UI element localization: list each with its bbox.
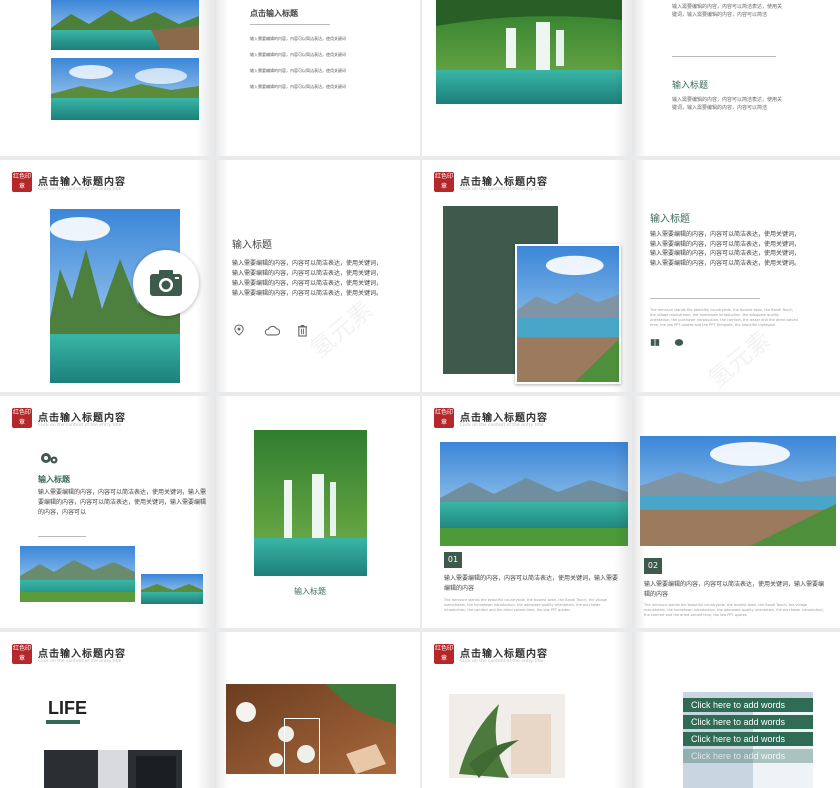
slide-subtitle: Click on the content of the entry title <box>38 659 122 664</box>
lake-mountain-photo <box>440 442 628 546</box>
section-body: 输入需要编辑的内容，内容可以简洁表达，使用关键词，输入需要编辑的内容，内容可以简… <box>232 260 383 297</box>
plant-photo <box>449 694 565 778</box>
life-underline <box>46 720 80 724</box>
section-body: 输入需要编辑的内容，内容可以简洁表达，使用关键词，输入需要编辑的内容，内容可以简… <box>672 97 783 111</box>
chat-icon[interactable] <box>674 338 684 347</box>
river-valley-photo <box>20 546 135 602</box>
slide-subtitle: Click on the content of the entry title <box>460 423 544 428</box>
section-heading: 输入标题 <box>38 475 70 484</box>
slide-r2-d[interactable]: 输入标题 输入需要编辑的内容，内容可以简洁表达，使用关键词，输入需要编辑的内容，… <box>632 160 840 392</box>
slide-subtitle: Click on the content of the entry title <box>460 187 544 192</box>
slide-r3-d[interactable]: 02 输入需要编辑的内容，内容可以简洁表达，使用关键词，输入需要编辑的内容 Th… <box>632 396 840 628</box>
top-text: 输入需要编辑的内容，内容可以简洁表达，使用关键词，输入需要编辑的内容，内容可以简… <box>672 4 783 18</box>
english-note: The romance stands the beautiful country… <box>644 603 824 617</box>
line-2: 输入需要编辑的内容，内容可以简洁表达，使用关键词 <box>250 52 346 57</box>
slide-title: 点击输入标题内容 <box>38 177 126 188</box>
add-words-button-4[interactable]: Click here to add words <box>683 749 813 763</box>
slide-title: 点击输入标题 <box>250 9 298 18</box>
logo-seal: 红色印章 <box>434 172 454 192</box>
river-town-photo <box>51 0 199 50</box>
slide-r1-a[interactable] <box>0 0 210 156</box>
logo-seal: 红色印章 <box>434 644 454 664</box>
slide-subtitle: Click on the content of the entry title <box>460 659 544 664</box>
gear-icon <box>41 453 58 464</box>
slide-title: 点击输入标题内容 <box>460 649 548 660</box>
slide-title: 点击输入标题内容 <box>460 413 548 424</box>
photo-caption: 输入标题 <box>294 587 326 596</box>
cloud-icon[interactable] <box>264 325 280 336</box>
book-icon[interactable] <box>650 338 660 347</box>
line-4: 输入需要编辑的内容，内容可以简洁表达，使用关键词 <box>250 84 346 89</box>
add-words-button-2[interactable]: Click here to add words <box>683 715 813 729</box>
slide-r3-b[interactable]: 输入标题 <box>214 396 420 628</box>
section-heading: 输入标题 <box>232 240 272 251</box>
logo-seal: 红色印章 <box>12 644 32 664</box>
river-small-photo <box>141 574 203 604</box>
logo-seal: 红色印章 <box>434 408 454 428</box>
logo-seal: 红色印章 <box>12 172 32 192</box>
slide-r2-a[interactable]: 红色印章 点击输入标题内容 Click on the content of th… <box>0 160 210 392</box>
interior-photo <box>44 750 182 788</box>
slide-r4-b[interactable] <box>214 632 420 788</box>
add-words-button-1[interactable]: Click here to add words <box>683 698 813 712</box>
slide-r4-d[interactable]: Click here to add words Click here to ad… <box>632 632 840 788</box>
life-heading: LIFE <box>48 698 87 718</box>
waterfall-portrait-photo <box>254 430 367 576</box>
slide-r1-b[interactable]: 点击输入标题 输入需要编辑的内容，内容可以简洁表达，使用关键词 输入需要编辑的内… <box>214 0 420 156</box>
slide-r4-c[interactable]: 红色印章 点击输入标题内容 Click on the content of th… <box>422 632 628 788</box>
lake-landscape-photo <box>51 58 199 120</box>
section-body: 输入需要编辑的内容，内容可以简洁表达，使用关键词，输入需要编辑的内容 <box>444 575 619 592</box>
section-heading: 输入标题 <box>672 81 709 91</box>
add-words-button-3[interactable]: Click here to add words <box>683 732 813 746</box>
section-number: 01 <box>444 552 462 568</box>
line-1: 输入需要编辑的内容，内容可以简洁表达，使用关键词 <box>250 36 346 41</box>
section-body: 输入需要编辑的内容，内容可以简洁表达，使用关键词，输入需要编辑的内容，内容可以简… <box>38 489 207 516</box>
watermark: 氢元素 <box>305 295 379 364</box>
slide-r2-b[interactable]: 输入标题 输入需要编辑的内容，内容可以简洁表达，使用关键词，输入需要编辑的内容，… <box>214 160 420 392</box>
location-icon[interactable] <box>234 324 244 336</box>
line-3: 输入需要编辑的内容，内容可以简洁表达，使用关键词 <box>250 68 346 73</box>
slide-title: 点击输入标题内容 <box>38 413 126 424</box>
slide-r1-c[interactable] <box>422 0 628 156</box>
english-note: The romance stands the beautiful country… <box>444 598 607 612</box>
camera-badge[interactable] <box>133 250 199 316</box>
slide-r4-a[interactable]: 红色印章 点击输入标题内容 Click on the content of th… <box>0 632 210 788</box>
slide-subtitle: Click on the content of the entry title <box>38 423 122 428</box>
slide-title: 点击输入标题内容 <box>460 177 548 188</box>
hillside-town-photo <box>640 436 836 546</box>
logo-seal: 红色印章 <box>12 408 32 428</box>
slide-title: 点击输入标题内容 <box>38 649 126 660</box>
slide-r2-c[interactable]: 红色印章 点击输入标题内容 Click on the content of th… <box>422 160 628 392</box>
watermark: 氢元素 <box>703 325 777 392</box>
section-number: 02 <box>644 558 662 574</box>
section-body: 输入需要编辑的内容，内容可以简洁表达，使用关键词，输入需要编辑的内容，内容可以简… <box>650 231 801 267</box>
slide-r3-c[interactable]: 红色印章 点击输入标题内容 Click on the content of th… <box>422 396 628 628</box>
lakeside-town-photo <box>515 244 621 384</box>
waterfall-photo <box>436 0 622 104</box>
slide-subtitle: Click on the content of the entry title <box>38 187 122 192</box>
section-heading: 输入标题 <box>650 214 690 225</box>
english-note: The romance stands the beautiful country… <box>650 308 798 327</box>
slide-r1-d[interactable]: 输入需要编辑的内容，内容可以简洁表达，使用关键词，输入需要编辑的内容，内容可以简… <box>632 0 840 156</box>
photo-frame-accent <box>284 718 320 788</box>
section-body: 输入需要编辑的内容，内容可以简洁表达，使用关键词，输入需要编辑的内容 <box>644 581 825 598</box>
slide-r3-a[interactable]: 红色印章 点击输入标题内容 Click on the content of th… <box>0 396 210 628</box>
camera-icon <box>150 270 182 296</box>
